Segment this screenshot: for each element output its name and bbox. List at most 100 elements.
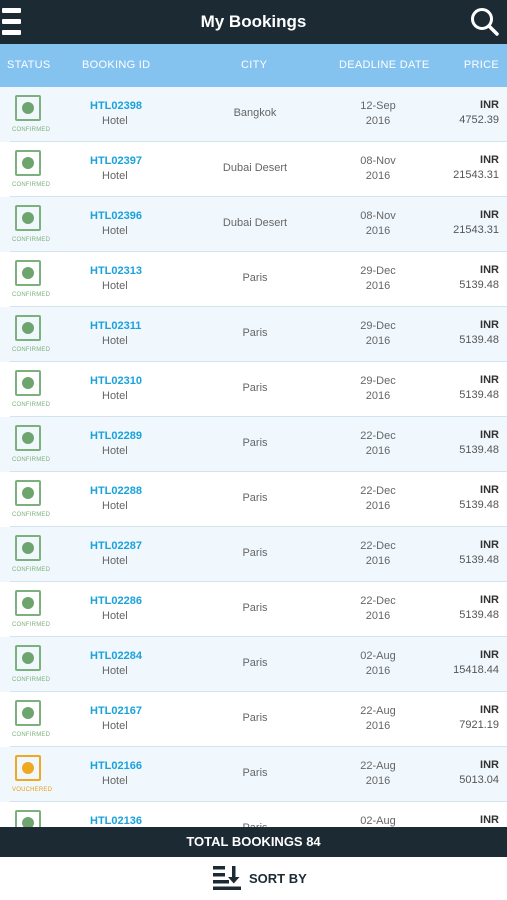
booking-id-link[interactable]: HTL02310 xyxy=(90,375,142,387)
table-header: STATUS BOOKING ID CITY DEADLINE DATE PRI… xyxy=(0,44,507,87)
price-currency: INR xyxy=(480,319,499,331)
booking-city: Paris xyxy=(242,382,268,394)
booking-id-link[interactable]: HTL02396 xyxy=(90,210,142,222)
booking-city: Paris xyxy=(242,437,268,449)
booking-row[interactable]: VOUCHERED HTL02166 Hotel Paris 22-Aug 2016 INR… xyxy=(0,747,507,802)
column-header-price[interactable]: PRICE xyxy=(464,44,499,87)
status-label: CONFIRMED xyxy=(12,292,51,298)
booking-row[interactable]: CONFIRMED HTL02289 Hotel Paris 22-Dec 2016 INR… xyxy=(0,417,507,472)
booking-id-link[interactable]: HTL02288 xyxy=(90,485,142,497)
bookings-list[interactable]: CONFIRMED HTL02398 Hotel Bangkok 12-Sep 2016 I… xyxy=(0,87,507,827)
deadline-day-month: 12-Sep xyxy=(360,100,396,112)
status-indicator-icon[interactable] xyxy=(15,315,41,341)
status-label: CONFIRMED xyxy=(12,567,51,573)
deadline-year: 2016 xyxy=(365,280,391,292)
deadline-date: 08-Nov 2016 xyxy=(348,209,408,239)
column-header-status[interactable]: STATUS xyxy=(7,44,51,87)
status-indicator-icon[interactable] xyxy=(15,425,41,451)
price-amount: 15418.44 xyxy=(453,664,499,676)
status-label: CONFIRMED xyxy=(12,182,51,188)
booking-id-link[interactable]: HTL02313 xyxy=(90,265,142,277)
booking-row[interactable]: CONFIRMEDHTL02136HotelParis02-Aug2016INR xyxy=(0,802,507,827)
booking-id-link[interactable]: HTL02167 xyxy=(90,705,142,717)
status-indicator-icon[interactable] xyxy=(15,370,41,396)
status-indicator-icon[interactable] xyxy=(15,480,41,506)
status-indicator-icon[interactable] xyxy=(15,95,41,121)
booking-id-link[interactable]: HTL02287 xyxy=(90,540,142,552)
booking-type: Hotel xyxy=(102,610,128,622)
price-amount: 4752.39 xyxy=(459,114,499,126)
price-currency: INR xyxy=(480,539,499,551)
price-currency: INR xyxy=(480,484,499,496)
booking-type: Hotel xyxy=(102,500,128,512)
status-indicator-icon[interactable] xyxy=(15,700,41,726)
booking-row[interactable]: CONFIRMED HTL02287 Hotel Paris 22-Dec 2016 INR… xyxy=(0,527,507,582)
booking-id-link[interactable]: HTL02284 xyxy=(90,650,142,662)
status-label: CONFIRMED xyxy=(12,457,51,463)
booking-id-link[interactable]: HTL02286 xyxy=(90,595,142,607)
deadline-date: 02-Aug 2016 xyxy=(348,649,408,679)
booking-row[interactable]: CONFIRMED HTL02167 Hotel Paris 22-Aug 2016 INR… xyxy=(0,692,507,747)
status-label: CONFIRMED xyxy=(12,622,51,628)
price-amount: 5139.48 xyxy=(459,389,499,401)
booking-id-link[interactable]: HTL02397 xyxy=(90,155,142,167)
booking-id-link[interactable]: HTL02136 xyxy=(90,815,142,827)
status-indicator-icon[interactable] xyxy=(15,205,41,231)
booking-row[interactable]: CONFIRMED HTL02313 Hotel Paris 29-Dec 2016 INR… xyxy=(0,252,507,307)
price-currency: INR xyxy=(480,99,499,111)
booking-row[interactable]: CONFIRMED HTL02397 Hotel Dubai Desert 08-Nov… xyxy=(0,142,507,197)
status-indicator-icon[interactable] xyxy=(15,645,41,671)
deadline-day-month: 22-Dec xyxy=(360,430,396,442)
booking-id-link[interactable]: HTL02289 xyxy=(90,430,142,442)
status-indicator-icon[interactable] xyxy=(15,755,41,781)
deadline-date: 22-Dec 2016 xyxy=(348,539,408,569)
column-header-deadline-date[interactable]: DEADLINE DATE xyxy=(339,44,430,87)
deadline-day-month: 29-Dec xyxy=(360,320,396,332)
booking-id-link[interactable]: HTL02311 xyxy=(90,320,141,332)
deadline-date: 29-Dec 2016 xyxy=(348,319,408,349)
deadline-year: 2016 xyxy=(365,775,391,787)
booking-city: Paris xyxy=(242,767,268,779)
column-header-booking-id[interactable]: BOOKING ID xyxy=(82,44,150,87)
booking-type: Hotel xyxy=(102,115,128,127)
deadline-date: 22-Dec 2016 xyxy=(348,594,408,624)
status-indicator-icon[interactable] xyxy=(15,590,41,616)
deadline-day-month: 08-Nov xyxy=(360,210,396,222)
booking-type: Hotel xyxy=(102,335,128,347)
booking-city: Paris xyxy=(242,272,268,284)
booking-row[interactable]: CONFIRMED HTL02286 Hotel Paris 22-Dec 2016 INR… xyxy=(0,582,507,637)
status-indicator-icon[interactable] xyxy=(15,810,41,827)
search-icon[interactable] xyxy=(469,6,501,38)
page-title: My Bookings xyxy=(200,12,307,31)
top-app-bar: My Bookings xyxy=(0,0,507,44)
deadline-year: 2016 xyxy=(365,555,391,567)
deadline-year: 2016 xyxy=(365,665,391,677)
price-currency: INR xyxy=(480,374,499,386)
column-header-city[interactable]: CITY xyxy=(241,44,267,87)
sort-by-button[interactable]: SORT BY xyxy=(0,857,507,900)
deadline-year: 2016 xyxy=(365,720,391,732)
total-bookings-bar: TOTAL BOOKINGS 84 xyxy=(0,827,507,857)
price-currency: INR xyxy=(480,649,499,661)
status-indicator-icon[interactable] xyxy=(15,535,41,561)
status-indicator-icon[interactable] xyxy=(15,260,41,286)
sort-icon xyxy=(213,866,241,890)
booking-row[interactable]: CONFIRMED HTL02310 Hotel Paris 29-Dec 2016 INR… xyxy=(0,362,507,417)
booking-row[interactable]: CONFIRMED HTL02396 Hotel Dubai Desert 08-Nov… xyxy=(0,197,507,252)
booking-row[interactable]: CONFIRMED HTL02284 Hotel Paris 02-Aug 2016 INR… xyxy=(0,637,507,692)
booking-type: Hotel xyxy=(102,720,128,732)
status-label: CONFIRMED xyxy=(12,347,51,353)
booking-city: Paris xyxy=(242,327,268,339)
booking-type: Hotel xyxy=(102,555,128,567)
status-indicator-icon[interactable] xyxy=(15,150,41,176)
booking-id-link[interactable]: HTL02166 xyxy=(90,760,142,772)
booking-row[interactable]: CONFIRMED HTL02311 Hotel Paris 29-Dec 2016 INR… xyxy=(0,307,507,362)
booking-row[interactable]: CONFIRMED HTL02398 Hotel Bangkok 12-Sep 2016 I… xyxy=(0,87,507,142)
deadline-day-month: 22-Dec xyxy=(360,540,396,552)
deadline-year: 2016 xyxy=(365,115,391,127)
deadline-year: 2016 xyxy=(365,225,391,237)
deadline-year: 2016 xyxy=(365,170,391,182)
price-amount: 5139.48 xyxy=(459,334,499,346)
booking-id-link[interactable]: HTL02398 xyxy=(90,100,142,112)
booking-row[interactable]: CONFIRMED HTL02288 Hotel Paris 22-Dec 2016 INR… xyxy=(0,472,507,527)
